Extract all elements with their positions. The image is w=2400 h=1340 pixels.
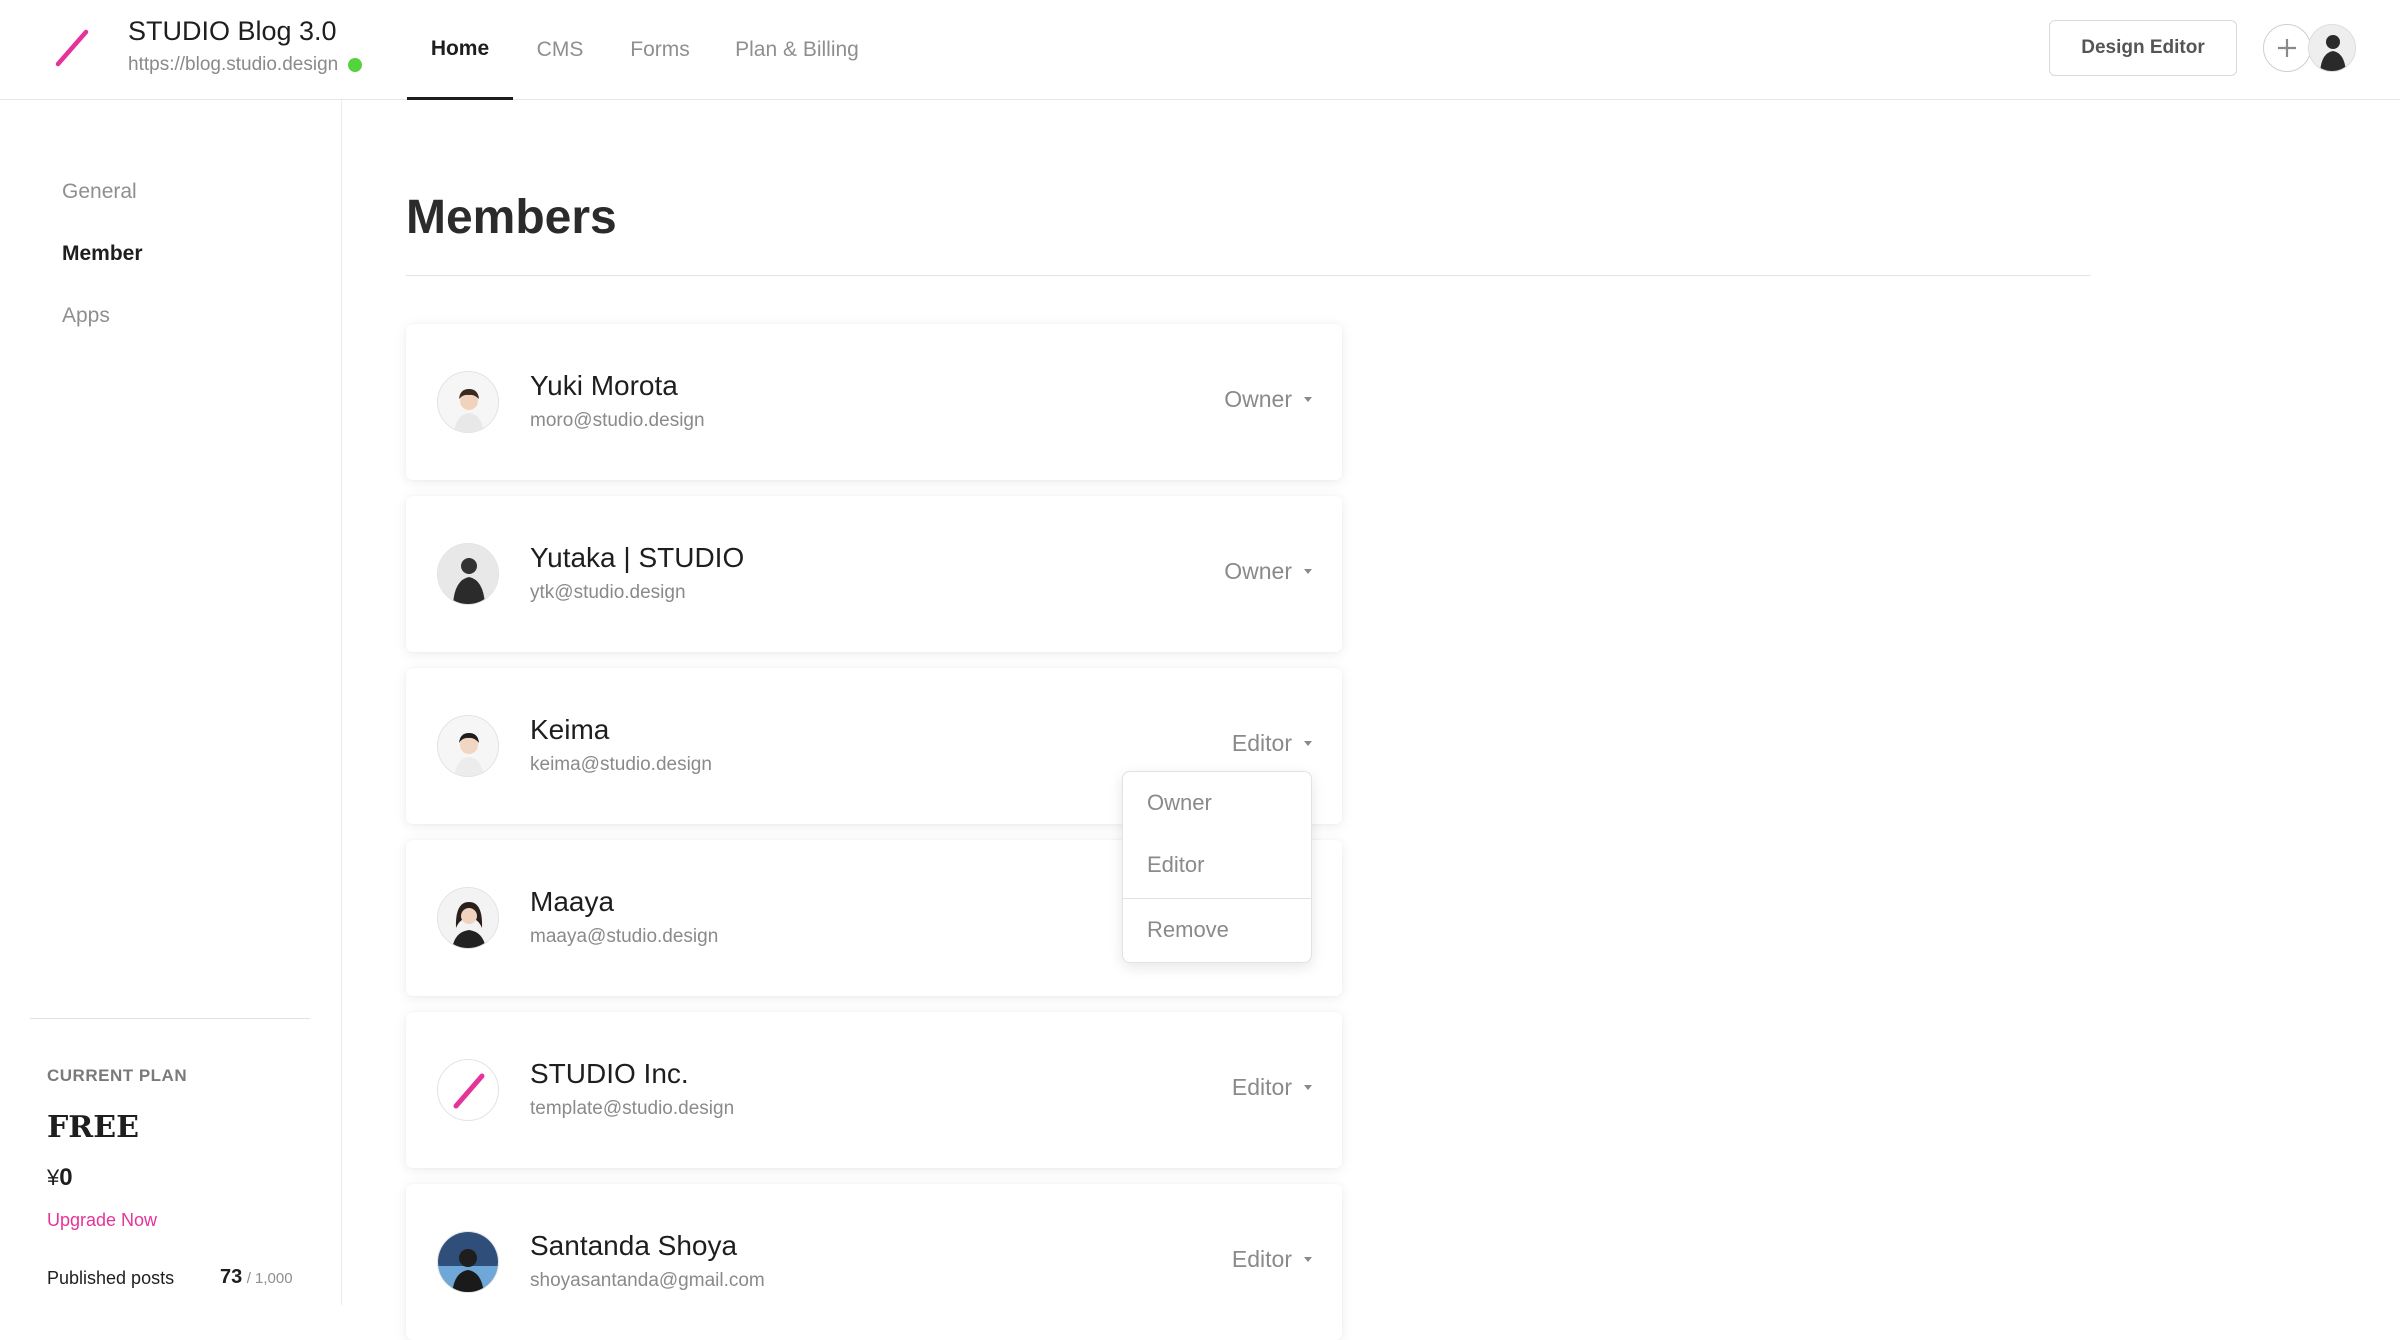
- site-url-row: https://blog.studio.design: [128, 54, 363, 76]
- published-status-dot: [348, 58, 363, 72]
- title-divider: [406, 275, 2091, 276]
- plus-icon: [2278, 39, 2296, 57]
- role-value: Owner: [1224, 558, 1292, 584]
- person-avatar-icon: [438, 716, 498, 776]
- posts-limit-value: / 1,000: [246, 1270, 293, 1287]
- main-nav: Home CMS Forms Plan & Billing: [407, 0, 881, 100]
- member-email: keima@studio.design: [530, 754, 712, 775]
- person-avatar-icon: [438, 372, 498, 432]
- member-avatar: [437, 371, 499, 433]
- caret-down-icon: [1304, 741, 1312, 746]
- design-editor-button[interactable]: Design Editor: [2049, 20, 2237, 76]
- member-avatar: [437, 543, 499, 605]
- member-card: Santanda Shoya shoyasantanda@gmail.com E…: [406, 1184, 1342, 1340]
- add-button[interactable]: [2263, 24, 2311, 72]
- member-email: template@studio.design: [530, 1098, 735, 1119]
- tab-home[interactable]: Home: [407, 0, 513, 100]
- tab-forms[interactable]: Forms: [607, 0, 713, 100]
- caret-down-icon: [1304, 1257, 1312, 1262]
- site-title: STUDIO Blog 3.0: [128, 16, 337, 46]
- price-amount: 0: [59, 1164, 73, 1191]
- role-select[interactable]: Editor: [1232, 730, 1312, 757]
- page-title: Members: [406, 191, 617, 244]
- person-avatar-icon: [438, 1232, 498, 1292]
- role-select[interactable]: Owner: [1224, 558, 1312, 585]
- role-value: Editor: [1231, 1246, 1292, 1272]
- published-posts-label: Published posts: [47, 1268, 175, 1288]
- role-value: Owner: [1224, 386, 1292, 412]
- member-email: moro@studio.design: [530, 410, 705, 431]
- member-avatar: [437, 1231, 499, 1293]
- member-name: Yutaka | STUDIO: [530, 542, 745, 573]
- member-name: Santanda Shoya: [530, 1230, 738, 1261]
- role-select[interactable]: Editor: [1232, 1074, 1312, 1101]
- published-posts-count: 73 / 1,000: [220, 1266, 293, 1289]
- dropdown-option-editor[interactable]: Editor: [1123, 834, 1311, 896]
- member-avatar: [437, 1059, 499, 1121]
- member-name: Keima: [530, 714, 610, 745]
- studio-logo-icon[interactable]: [50, 26, 94, 70]
- sidebar-item-member[interactable]: Member: [62, 242, 143, 266]
- plan-price: ¥0: [47, 1164, 73, 1192]
- role-dropdown-menu: Owner Editor Remove: [1122, 771, 1312, 963]
- member-name: Yuki Morota: [530, 370, 678, 401]
- member-email: ytk@studio.design: [530, 582, 686, 603]
- user-avatar[interactable]: [2308, 24, 2356, 72]
- upgrade-now-link[interactable]: Upgrade Now: [47, 1210, 157, 1231]
- tab-cms[interactable]: CMS: [513, 0, 607, 100]
- person-silhouette-icon: [2309, 25, 2355, 71]
- member-card: Yuki Morota moro@studio.design Owner: [406, 324, 1342, 480]
- caret-down-icon: [1304, 1085, 1312, 1090]
- role-value: Editor: [1231, 730, 1292, 756]
- currency-symbol: ¥: [47, 1165, 60, 1190]
- caret-down-icon: [1304, 569, 1312, 574]
- current-plan-label: CURRENT PLAN: [47, 1066, 188, 1085]
- top-header: STUDIO Blog 3.0 https://blog.studio.desi…: [0, 0, 2400, 100]
- caret-down-icon: [1304, 397, 1312, 402]
- member-name: STUDIO Inc.: [530, 1058, 689, 1089]
- studio-logo-icon: [453, 1073, 485, 1109]
- person-avatar-icon: [438, 544, 498, 604]
- person-avatar-icon: [438, 888, 498, 948]
- role-select[interactable]: Owner: [1224, 386, 1312, 413]
- member-avatar: [437, 715, 499, 777]
- site-url[interactable]: https://blog.studio.design: [128, 54, 338, 76]
- member-name: Maaya: [530, 886, 615, 917]
- sidebar-item-general[interactable]: General: [62, 180, 137, 204]
- plan-name: FREE: [47, 1110, 139, 1145]
- dropdown-option-owner[interactable]: Owner: [1123, 772, 1311, 834]
- member-card: Yutaka | STUDIO ytk@studio.design Owner: [406, 496, 1342, 652]
- sidebar-divider: [30, 1018, 310, 1019]
- tab-plan-billing[interactable]: Plan & Billing: [713, 0, 881, 100]
- role-select[interactable]: Editor: [1232, 1246, 1312, 1273]
- member-card: STUDIO Inc. template@studio.design Edito…: [406, 1012, 1342, 1168]
- role-value: Editor: [1231, 1074, 1292, 1100]
- dropdown-option-remove[interactable]: Remove: [1123, 899, 1311, 961]
- sidebar-item-apps[interactable]: Apps: [62, 304, 110, 328]
- member-email: shoyasantanda@gmail.com: [530, 1270, 765, 1291]
- member-email: maaya@studio.design: [530, 926, 719, 947]
- posts-count-value: 73: [220, 1266, 243, 1288]
- member-avatar: [437, 887, 499, 949]
